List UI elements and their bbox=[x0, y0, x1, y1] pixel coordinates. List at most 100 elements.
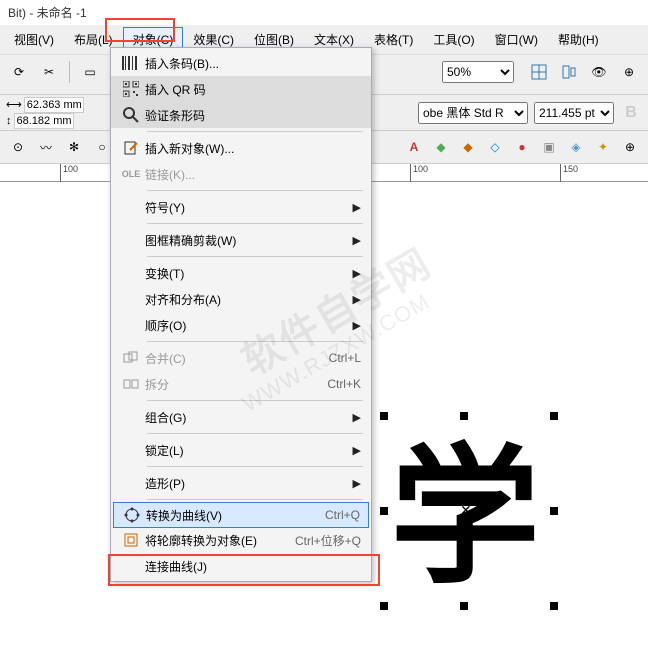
menu-item-label: 合并(C) bbox=[145, 350, 329, 367]
menu-item-对齐和分布(A)[interactable]: 对齐和分布(A)▶ bbox=[111, 286, 371, 312]
menu-item-将轮廓转换为对象(E)[interactable]: 将轮廓转换为对象(E)Ctrl+位移+Q bbox=[111, 527, 371, 553]
height-input[interactable] bbox=[14, 113, 74, 129]
bold-icon[interactable]: B bbox=[620, 102, 642, 124]
shape1-icon[interactable]: ◆ bbox=[429, 135, 453, 159]
submenu-arrow-icon: ▶ bbox=[353, 293, 361, 306]
font-select[interactable]: obe 黑体 Std R bbox=[418, 102, 528, 124]
menu-item-转换为曲线(V)[interactable]: 转换为曲线(V)Ctrl+Q bbox=[113, 502, 369, 528]
menu-item-label: 对齐和分布(A) bbox=[145, 291, 353, 308]
menu-item-拆分: 拆分Ctrl+K bbox=[111, 371, 371, 397]
font-size-select[interactable]: 211.455 pt bbox=[534, 102, 614, 124]
title-text: Bit) - 未命名 -1 bbox=[8, 6, 87, 20]
menu-item-label: 顺序(O) bbox=[145, 317, 353, 334]
ole-icon: OLE bbox=[117, 169, 145, 179]
submenu-arrow-icon: ▶ bbox=[353, 267, 361, 280]
menu-item-链接(K)...: OLE链接(K)... bbox=[111, 161, 371, 187]
menu-item-插入 QR 码[interactable]: 插入 QR 码 bbox=[111, 76, 371, 102]
ruler-tick: 150 bbox=[560, 164, 578, 182]
menu-item-连接曲线(J)[interactable]: 连接曲线(J) bbox=[111, 553, 371, 579]
ins-icon bbox=[117, 140, 145, 156]
zoom-selector[interactable]: 50% bbox=[442, 61, 514, 83]
menu-item-label: 将轮廓转换为对象(E) bbox=[145, 532, 295, 549]
menu-item-锁定(L)[interactable]: 锁定(L)▶ bbox=[111, 437, 371, 463]
ruler-tick: 100 bbox=[60, 164, 78, 182]
shape6-icon[interactable]: ◈ bbox=[564, 135, 588, 159]
menu-item-验证条形码[interactable]: 验证条形码 bbox=[111, 102, 371, 128]
shape3-icon[interactable]: ◇ bbox=[483, 135, 507, 159]
align-icon[interactable] bbox=[556, 59, 582, 85]
submenu-arrow-icon: ▶ bbox=[353, 477, 361, 490]
menu-窗口(W)[interactable]: 窗口(W) bbox=[485, 27, 548, 52]
split-icon bbox=[117, 376, 145, 392]
menu-item-label: 组合(G) bbox=[145, 409, 353, 426]
menu-item-label: 链接(K)... bbox=[145, 166, 361, 183]
shape7-icon[interactable]: ✦ bbox=[591, 135, 615, 159]
shortcut-label: Ctrl+K bbox=[327, 377, 361, 391]
ruler-tick: 100 bbox=[410, 164, 428, 182]
sel-handle-s[interactable] bbox=[460, 602, 468, 610]
menu-表格(T)[interactable]: 表格(T) bbox=[364, 27, 423, 52]
menu-工具(O)[interactable]: 工具(O) bbox=[423, 27, 484, 52]
target-icon[interactable]: ⊕ bbox=[616, 59, 642, 85]
outline-icon bbox=[117, 532, 145, 548]
doc-icon[interactable]: ▭ bbox=[77, 59, 103, 85]
sel-handle-sw[interactable] bbox=[380, 602, 388, 610]
canvas-plus-icon[interactable]: ⊕ bbox=[618, 135, 642, 159]
coord-box: ⟷ ↕ bbox=[6, 97, 84, 129]
submenu-arrow-icon: ▶ bbox=[353, 234, 361, 247]
menu-item-label: 锁定(L) bbox=[145, 442, 353, 459]
cut-icon[interactable]: ✂ bbox=[36, 59, 62, 85]
menu-item-插入新对象(W)...[interactable]: 插入新对象(W)... bbox=[111, 135, 371, 161]
menu-item-label: 变换(T) bbox=[145, 265, 353, 282]
lasso-icon[interactable]: ⊙ bbox=[6, 135, 30, 159]
menu-item-合并(C): 合并(C)Ctrl+L bbox=[111, 345, 371, 371]
menu-item-label: 造形(P) bbox=[145, 475, 353, 492]
curve-icon bbox=[118, 507, 146, 523]
submenu-arrow-icon: ▶ bbox=[353, 201, 361, 214]
barcode-icon bbox=[117, 56, 145, 70]
width-input[interactable] bbox=[24, 97, 84, 113]
menu-item-符号(Y)[interactable]: 符号(Y)▶ bbox=[111, 194, 371, 220]
shortcut-label: Ctrl+位移+Q bbox=[295, 532, 361, 549]
menu-item-插入条码(B)...[interactable]: 插入条码(B)... bbox=[111, 50, 371, 76]
wave-icon[interactable]: 〰 bbox=[34, 135, 58, 159]
shape5-icon[interactable]: ▣ bbox=[537, 135, 561, 159]
sel-handle-w[interactable] bbox=[380, 507, 388, 515]
object-menu-dropdown: 插入条码(B)... 插入 QR 码验证条形码插入新对象(W)... OLE链接(K… bbox=[110, 47, 372, 582]
shape4-icon[interactable]: ● bbox=[510, 135, 534, 159]
width-arrow-icon: ⟷ bbox=[6, 98, 22, 111]
title-bar: Bit) - 未命名 -1 bbox=[0, 0, 648, 25]
menu-帮助(H)[interactable]: 帮助(H) bbox=[548, 27, 609, 52]
height-arrow-icon: ↕ bbox=[6, 115, 12, 127]
menu-item-label: 符号(Y) bbox=[145, 199, 353, 216]
refresh-icon[interactable]: ⟳ bbox=[6, 59, 32, 85]
menu-item-label: 图框精确剪裁(W) bbox=[145, 232, 353, 249]
sel-handle-ne[interactable] bbox=[550, 412, 558, 420]
sel-handle-nw[interactable] bbox=[380, 412, 388, 420]
verify-icon bbox=[117, 106, 145, 124]
menu-item-组合(G)[interactable]: 组合(G)▶ bbox=[111, 404, 371, 430]
menu-item-label: 插入条码(B)... bbox=[145, 55, 361, 72]
sel-center[interactable]: ✕ bbox=[460, 502, 472, 519]
menu-item-变换(T)[interactable]: 变换(T)▶ bbox=[111, 260, 371, 286]
menu-item-label: 拆分 bbox=[145, 376, 327, 393]
merge-icon bbox=[117, 350, 145, 366]
qr-icon bbox=[117, 81, 145, 97]
submenu-arrow-icon: ▶ bbox=[353, 411, 361, 424]
sel-handle-e[interactable] bbox=[550, 507, 558, 515]
menu-item-label: 插入 QR 码 bbox=[145, 81, 361, 98]
sel-handle-n[interactable] bbox=[460, 412, 468, 420]
menu-item-顺序(O)[interactable]: 顺序(O)▶ bbox=[111, 312, 371, 338]
shape2-icon[interactable]: ◆ bbox=[456, 135, 480, 159]
grid-icon[interactable] bbox=[526, 59, 552, 85]
menu-item-造形(P)[interactable]: 造形(P)▶ bbox=[111, 470, 371, 496]
menu-视图(V)[interactable]: 视图(V) bbox=[4, 27, 64, 52]
cog-icon[interactable]: ✻ bbox=[62, 135, 86, 159]
zoom-select[interactable]: 50% bbox=[442, 61, 514, 83]
a-icon[interactable]: A bbox=[402, 135, 426, 159]
sel-handle-se[interactable] bbox=[550, 602, 558, 610]
eye-icon[interactable]: 👁 bbox=[586, 59, 612, 85]
menu-item-label: 插入新对象(W)... bbox=[145, 140, 361, 157]
menu-item-label: 转换为曲线(V) bbox=[146, 507, 325, 524]
menu-item-图框精确剪裁(W)[interactable]: 图框精确剪裁(W)▶ bbox=[111, 227, 371, 253]
